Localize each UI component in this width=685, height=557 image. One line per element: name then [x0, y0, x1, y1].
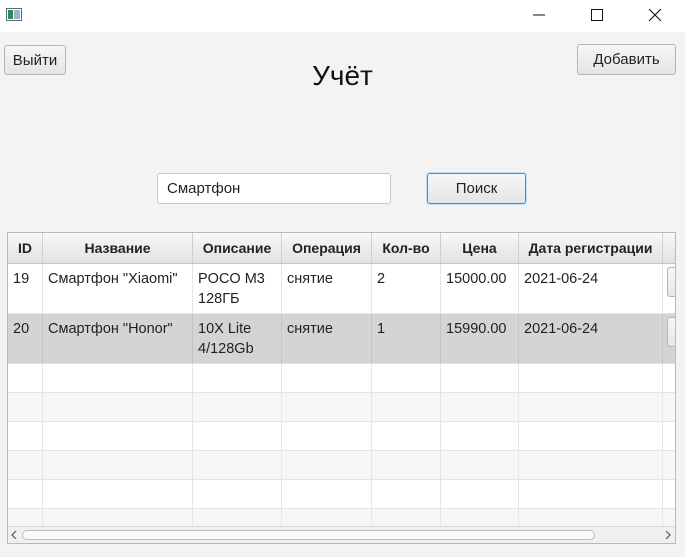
minimize-button[interactable]: [516, 0, 562, 32]
maximize-button[interactable]: [574, 0, 620, 32]
column-header-quantity[interactable]: Кол-во: [372, 233, 441, 263]
cell-price: 15000.00: [441, 264, 519, 313]
window-titlebar: [0, 0, 685, 32]
cell-date: 2021-06-24: [519, 314, 663, 363]
minimize-icon: [533, 14, 545, 16]
cell-name: Смартфон "Honor": [43, 314, 193, 363]
records-table[interactable]: ID Название Описание Операция Кол-во Цен…: [7, 232, 676, 544]
empty-row: [8, 480, 675, 509]
column-header-price[interactable]: Цена: [441, 233, 519, 263]
add-button[interactable]: Добавить: [577, 44, 676, 75]
cell-id: 19: [8, 264, 43, 313]
maximize-icon: [591, 9, 603, 21]
close-icon: [648, 9, 662, 22]
close-button[interactable]: [632, 0, 678, 32]
table-row-selected[interactable]: 20 Смартфон "Honor" 10X Lite 4/128Gb сня…: [8, 314, 675, 364]
cell-name: Смартфон "Xiaomi": [43, 264, 193, 313]
cell-description: POCO M3 128ГБ: [193, 264, 282, 313]
empty-row: [8, 364, 675, 393]
empty-row: [8, 422, 675, 451]
empty-row: [8, 451, 675, 480]
cell-price: 15990.00: [441, 314, 519, 363]
column-header-actions: [663, 233, 675, 263]
row-action-button[interactable]: [667, 267, 675, 297]
row-action-button[interactable]: [667, 317, 675, 347]
scroll-left-arrow-icon[interactable]: [11, 531, 17, 539]
horizontal-scrollbar[interactable]: [8, 526, 675, 543]
table-row[interactable]: 19 Смартфон "Xiaomi" POCO M3 128ГБ сняти…: [8, 264, 675, 314]
cell-description: 10X Lite 4/128Gb: [193, 314, 282, 363]
cell-quantity: 1: [372, 314, 441, 363]
column-header-name[interactable]: Название: [43, 233, 193, 263]
search-button[interactable]: Поиск: [427, 173, 526, 204]
cell-operation: снятие: [282, 314, 372, 363]
cell-quantity: 2: [372, 264, 441, 313]
scrollbar-thumb[interactable]: [22, 530, 595, 540]
empty-row: [8, 393, 675, 422]
java-app-icon: [6, 8, 22, 21]
column-header-date[interactable]: Дата регистрации: [519, 233, 663, 263]
column-header-operation[interactable]: Операция: [282, 233, 372, 263]
search-input[interactable]: Смартфон: [157, 173, 391, 204]
cell-date: 2021-06-24: [519, 264, 663, 313]
cell-operation: снятие: [282, 264, 372, 313]
table-header: ID Название Описание Операция Кол-во Цен…: [8, 233, 675, 264]
scroll-right-arrow-icon[interactable]: [665, 531, 671, 539]
cell-id: 20: [8, 314, 43, 363]
column-header-description[interactable]: Описание: [193, 233, 282, 263]
column-header-id[interactable]: ID: [8, 233, 43, 263]
